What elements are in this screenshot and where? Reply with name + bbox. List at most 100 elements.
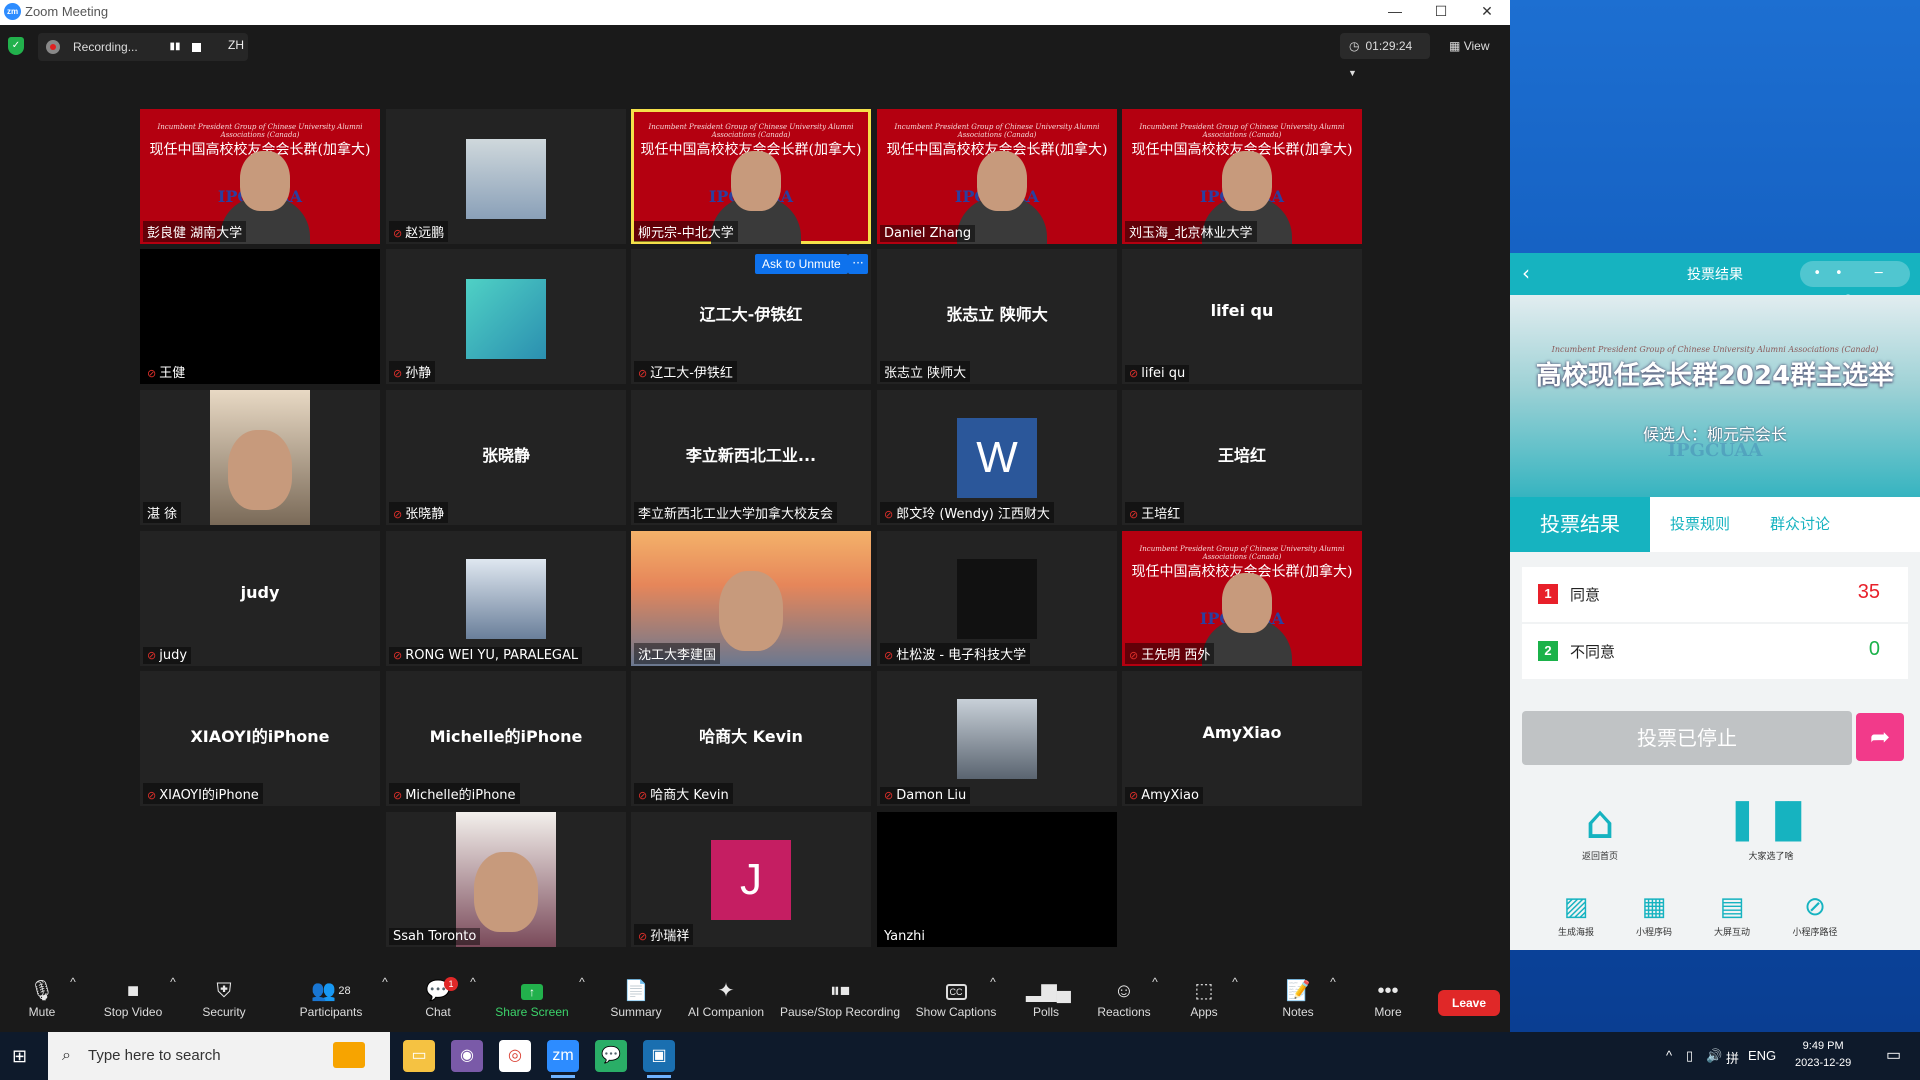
participant-tile[interactable]: Incumbent President Group of Chinese Uni… bbox=[877, 109, 1117, 244]
tab-rules[interactable]: 投票规则 bbox=[1650, 497, 1750, 552]
apps-button[interactable]: ⬚ Apps bbox=[1186, 975, 1222, 1032]
participant-tile[interactable]: 沈工大李建国 bbox=[631, 531, 871, 666]
poll-tabs: 投票结果 投票规则 群众讨论 bbox=[1510, 497, 1920, 552]
wechat-icon[interactable]: 💬 bbox=[595, 1040, 627, 1072]
chrome-icon[interactable]: ◎ bbox=[499, 1040, 531, 1072]
participant-tile[interactable]: lifei qu ⊘ lifei qu bbox=[1122, 249, 1362, 384]
ask-to-unmute-button[interactable]: Ask to Unmute bbox=[755, 254, 848, 274]
volume-icon[interactable]: 🔊 bbox=[1706, 1048, 1722, 1064]
share-screen-button[interactable]: ↑ Share Screen bbox=[495, 975, 569, 1032]
share-screen-label: Share Screen bbox=[495, 1005, 569, 1019]
home-button[interactable]: ⌂ 返回首页 bbox=[1570, 798, 1630, 862]
file-explorer-icon[interactable]: ▭ bbox=[403, 1040, 435, 1072]
pause-recording-button[interactable]: ▮▮ bbox=[166, 39, 184, 55]
participant-tile[interactable]: Incumbent President Group of Chinese Uni… bbox=[140, 109, 380, 244]
person-face bbox=[474, 852, 538, 932]
participant-name: 湛 徐 bbox=[147, 507, 178, 522]
participant-more-button[interactable]: ··· bbox=[848, 254, 868, 274]
muted-mic-icon: ⊘ bbox=[1129, 367, 1139, 380]
participant-tile[interactable]: W ⊘ 郎文玲 (Wendy) 江西财大 bbox=[877, 390, 1117, 525]
participant-tile[interactable]: Incumbent President Group of Chinese Uni… bbox=[1122, 531, 1362, 666]
participant-tile[interactable]: 张志立 陕师大 张志立 陕师大 bbox=[877, 249, 1117, 384]
miniprogram-path-button[interactable]: ⊘ 小程序路径 bbox=[1780, 892, 1850, 938]
security-button[interactable]: ⛨ Security bbox=[200, 975, 248, 1032]
participant-tile[interactable]: Incumbent President Group of Chinese Uni… bbox=[631, 109, 871, 244]
qr-code-button[interactable]: ▦ 小程序码 bbox=[1624, 892, 1684, 938]
stop-recording-button[interactable] bbox=[192, 43, 201, 52]
stop-video-button[interactable]: ■ Stop Video bbox=[100, 975, 166, 1032]
participant-tile[interactable]: 李立新西北工业... 李立新西北工业大学加拿大校友会 bbox=[631, 390, 871, 525]
summary-button[interactable]: 📄 Summary bbox=[606, 975, 666, 1032]
banner-english-text: Incumbent President Group of Chinese Uni… bbox=[894, 123, 1100, 139]
more-button[interactable]: ••• More bbox=[1368, 975, 1408, 1032]
zoom-app-icon[interactable]: zm bbox=[547, 1040, 579, 1078]
captions-options-caret[interactable]: ^ bbox=[988, 975, 998, 1032]
language-indicator[interactable]: ENG bbox=[1748, 1048, 1776, 1063]
reactions-button[interactable]: ☺ Reactions bbox=[1094, 975, 1154, 1032]
chat-options-caret[interactable]: ^ bbox=[468, 975, 478, 1032]
miniprogram-capsule-controls[interactable]: •• ─ ◎ bbox=[1800, 261, 1910, 307]
polls-button[interactable]: ▂▆▄ Polls bbox=[1026, 975, 1071, 1032]
tray-chevron-icon[interactable]: ^ bbox=[1666, 1048, 1672, 1063]
minimize-button[interactable]: — bbox=[1372, 0, 1418, 25]
windows-start-icon[interactable]: ⊞ bbox=[12, 1046, 32, 1067]
participant-name-label: ⊘ RONG WEI YU, PARALEGAL bbox=[389, 647, 583, 664]
meeting-timer[interactable]: ◷ 01:29:24 ▼ bbox=[1340, 33, 1430, 78]
participant-tile[interactable]: ⊘ RONG WEI YU, PARALEGAL bbox=[386, 531, 626, 666]
participant-tile[interactable]: J ⊘ 孙瑞祥 bbox=[631, 812, 871, 947]
participant-tile[interactable]: Ssah Toronto bbox=[386, 812, 626, 947]
participant-name: RONG WEI YU, PARALEGAL bbox=[405, 648, 579, 663]
maximize-button[interactable]: ☐ bbox=[1418, 0, 1464, 25]
app-icon[interactable]: ◉ bbox=[451, 1040, 483, 1072]
participant-tile[interactable]: judy ⊘ judy bbox=[140, 531, 380, 666]
active-app-icon[interactable]: ▣ bbox=[643, 1040, 675, 1078]
reactions-options-caret[interactable]: ^ bbox=[1150, 975, 1160, 1032]
share-options-caret[interactable]: ^ bbox=[577, 975, 587, 1032]
show-captions-button[interactable]: CC Show Captions bbox=[912, 975, 1000, 1032]
chat-button[interactable]: 💬 1 Chat bbox=[418, 975, 458, 1032]
voting-stopped-button[interactable]: 投票已停止 bbox=[1522, 711, 1852, 765]
notes-button[interactable]: 📝 Notes bbox=[1278, 975, 1318, 1032]
big-screen-button[interactable]: ▤ 大屏互动 bbox=[1702, 892, 1762, 938]
participant-tile[interactable]: XIAOYI的iPhone ⊘ XIAOYI的iPhone bbox=[140, 671, 380, 806]
notification-icon[interactable]: ▭ bbox=[1886, 1045, 1901, 1065]
video-options-caret[interactable]: ^ bbox=[168, 975, 178, 1032]
participant-tile[interactable]: 王培红 ⊘ 王培红 bbox=[1122, 390, 1362, 525]
participant-tile[interactable]: ⊘ 赵远鹏 bbox=[386, 109, 626, 244]
recording-text: Recording... bbox=[73, 40, 138, 54]
taskbar-clock[interactable]: 9:49 PM 2023-12-29 bbox=[1795, 1038, 1851, 1072]
results-chart-button[interactable]: ▌▐▌ 大家选了啥 bbox=[1736, 798, 1814, 862]
encryption-shield-icon[interactable]: ✓ bbox=[8, 37, 24, 55]
tab-results[interactable]: 投票结果 bbox=[1510, 497, 1650, 552]
participant-tile[interactable]: ⊘ Damon Liu bbox=[877, 671, 1117, 806]
taskbar-search[interactable]: ⌕ Type here to search bbox=[48, 1032, 390, 1080]
participant-tile[interactable]: Yanzhi bbox=[877, 812, 1117, 947]
participant-tile[interactable]: Michelle的iPhone ⊘ Michelle的iPhone bbox=[386, 671, 626, 806]
participant-tile[interactable]: ⊘ 王健 bbox=[140, 249, 380, 384]
input-method-icon[interactable]: 拼 bbox=[1726, 1048, 1739, 1067]
audio-options-caret[interactable]: ^ bbox=[68, 975, 78, 1032]
ai-companion-button[interactable]: ✦ AI Companion bbox=[684, 975, 768, 1032]
participant-tile[interactable]: 湛 徐 bbox=[140, 390, 380, 525]
participant-tile[interactable]: 张晓静 ⊘ 张晓静 bbox=[386, 390, 626, 525]
tab-discussion[interactable]: 群众讨论 bbox=[1750, 497, 1850, 552]
view-button[interactable]: ▦ View bbox=[1449, 33, 1489, 59]
participant-tile[interactable]: 哈商大 Kevin ⊘ 哈商大 Kevin bbox=[631, 671, 871, 806]
participants-button[interactable]: 👥 28 Participants bbox=[298, 975, 364, 1032]
pause-stop-recording-button[interactable]: ⏸⏹ Pause/Stop Recording bbox=[778, 975, 902, 1032]
participants-options-caret[interactable]: ^ bbox=[380, 975, 390, 1032]
participant-tile[interactable]: ⊘ 杜松波 - 电子科技大学 bbox=[877, 531, 1117, 666]
participant-tile[interactable]: AmyXiao ⊘ AmyXiao bbox=[1122, 671, 1362, 806]
notes-options-caret[interactable]: ^ bbox=[1328, 975, 1338, 1032]
share-arrow-icon[interactable]: ➦ bbox=[1856, 713, 1904, 761]
mute-button[interactable]: 🎙 Mute bbox=[18, 975, 66, 1032]
leave-button[interactable]: Leave bbox=[1438, 990, 1500, 1016]
participant-tile[interactable]: ⊘ 孙静 bbox=[386, 249, 626, 384]
poster-button[interactable]: ▨ 生成海报 bbox=[1546, 892, 1606, 938]
muted-mic-icon: ⊘ bbox=[1129, 789, 1139, 802]
apps-options-caret[interactable]: ^ bbox=[1230, 975, 1240, 1032]
close-button[interactable]: ✕ bbox=[1464, 0, 1510, 25]
interpretation-language-button[interactable]: ZH bbox=[228, 38, 244, 52]
network-icon[interactable]: ▯ bbox=[1686, 1048, 1693, 1064]
participant-tile[interactable]: Incumbent President Group of Chinese Uni… bbox=[1122, 109, 1362, 244]
